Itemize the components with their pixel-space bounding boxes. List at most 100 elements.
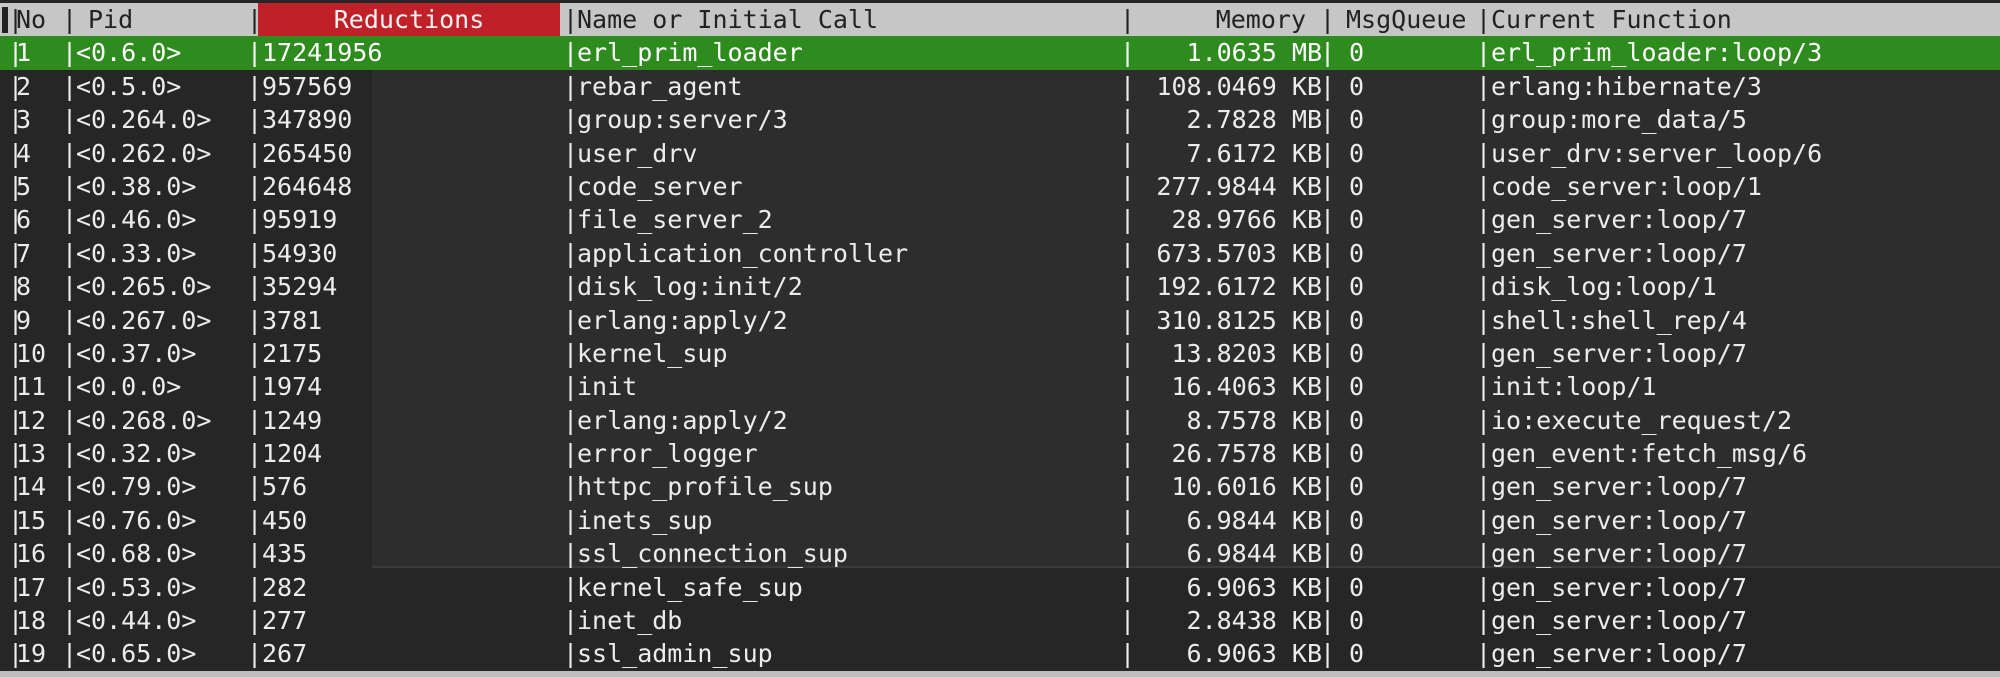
- table-row[interactable]: | 19 | <0.65.0> | 267 | ssl_admin_sup | 6.9063 KB…: [0, 637, 2000, 670]
- column-separator: |: [1320, 105, 1336, 135]
- column-separator: |: [1476, 305, 1492, 335]
- column-separator: |: [1476, 505, 1492, 535]
- row-current-function: gen_event:fetch_msg/6: [1491, 439, 1808, 469]
- column-separator: |: [1476, 105, 1492, 135]
- table-row[interactable]: | 5 | <0.38.0> | 264648 | code_server | 277.9844 …: [0, 170, 2000, 203]
- column-separator: |: [1320, 272, 1336, 302]
- header-msgqueue[interactable]: MsgQueue: [1346, 3, 1486, 36]
- table-row[interactable]: | 17 | <0.53.0> | 282 | kernel_safe_sup | 6.9063 …: [0, 571, 2000, 604]
- row-pid: <0.65.0>: [76, 639, 197, 669]
- column-separator: |: [563, 639, 579, 669]
- column-separator: |: [62, 606, 78, 636]
- table-row[interactable]: | 6 | <0.46.0> | 95919 | file_server_2 | 28.9766 …: [0, 203, 2000, 236]
- column-separator: |: [1320, 606, 1336, 636]
- row-current-function: group:more_data/5: [1491, 105, 1747, 135]
- row-memory: 6.9844 KB: [1186, 539, 1322, 569]
- row-current-function: gen_server:loop/7: [1491, 539, 1747, 569]
- column-separator: |: [1476, 138, 1492, 168]
- table-row[interactable]: | 4 | <0.262.0> | 265450 | user_drv | 7.6172 KB | 0…: [0, 137, 2000, 170]
- column-separator: |: [563, 105, 579, 135]
- table-row[interactable]: | 15 | <0.76.0> | 450 | inets_sup | 6.9844 KB | 0 | g…: [0, 504, 2000, 537]
- row-memory: 16.4063 KB: [1171, 372, 1322, 402]
- row-name: erl_prim_loader: [577, 38, 803, 68]
- column-separator: |: [1320, 338, 1336, 368]
- row-memory: 6.9844 KB: [1186, 505, 1322, 535]
- column-separator: |: [1320, 539, 1336, 569]
- header-memory[interactable]: Memory: [1200, 3, 1306, 36]
- column-separator: |: [247, 405, 263, 435]
- table-row[interactable]: | 12 | <0.268.0> | 1249 | erlang:apply/2 | 8.7578…: [0, 404, 2000, 437]
- row-no: 12: [16, 405, 47, 435]
- header-pid[interactable]: Pid: [88, 3, 258, 36]
- row-name: kernel_safe_sup: [577, 572, 803, 602]
- column-separator: |: [62, 71, 78, 101]
- row-name: disk_log:init/2: [577, 272, 803, 302]
- column-separator: |: [247, 539, 263, 569]
- column-separator: |: [1320, 505, 1336, 535]
- table-row[interactable]: | 3 | <0.264.0> | 347890 | group:server/3 | 2.782…: [0, 103, 2000, 136]
- table-row[interactable]: | 8 | <0.265.0> | 35294 | disk_log:init/2 | 192.6…: [0, 270, 2000, 303]
- column-separator: |: [1476, 71, 1492, 101]
- row-current-function: user_drv:server_loop/6: [1491, 138, 1823, 168]
- column-separator: |: [247, 272, 263, 302]
- row-name: user_drv: [577, 138, 698, 168]
- row-reductions: 267: [262, 639, 308, 669]
- row-reductions: 576: [262, 472, 308, 502]
- table-row[interactable]: | 14 | <0.79.0> | 576 | httpc_profile_sup | 10.60…: [0, 470, 2000, 503]
- column-separator: |: [62, 539, 78, 569]
- row-no: 13: [16, 439, 47, 469]
- row-name: init: [577, 372, 638, 402]
- column-separator: |: [247, 171, 263, 201]
- table-row[interactable]: | 10 | <0.37.0> | 2175 | kernel_sup | 13.8203 KB |…: [0, 337, 2000, 370]
- header-reductions-sorted[interactable]: Reductions: [258, 3, 560, 37]
- column-separator: |: [247, 572, 263, 602]
- row-pid: <0.33.0>: [76, 238, 197, 268]
- row-pid: <0.68.0>: [76, 539, 197, 569]
- row-msgqueue: 0: [1349, 71, 1365, 101]
- table-row[interactable]: | 16 | <0.68.0> | 435 | ssl_connection_sup | 6.98…: [0, 537, 2000, 570]
- row-current-function: init:loop/1: [1491, 372, 1657, 402]
- table-row[interactable]: | 18 | <0.44.0> | 277 | inet_db | 2.8438 KB | 0 | gen…: [0, 604, 2000, 637]
- row-memory: 277.9844 KB: [1156, 171, 1322, 201]
- column-separator: |: [62, 572, 78, 602]
- row-name: rebar_agent: [577, 71, 743, 101]
- header-name[interactable]: Name or Initial Call: [577, 3, 1117, 36]
- column-separator: |: [1320, 372, 1336, 402]
- row-reductions: 282: [262, 572, 308, 602]
- column-separator: |: [563, 472, 579, 502]
- column-separator: |: [1320, 472, 1336, 502]
- row-memory: 28.9766 KB: [1171, 205, 1322, 235]
- table-row[interactable]: | 13 | <0.32.0> | 1204 | error_logger | 26.7578 K…: [0, 437, 2000, 470]
- column-separator: |: [247, 305, 263, 335]
- column-separator: |: [1476, 606, 1492, 636]
- column-separator: |: [247, 505, 263, 535]
- terminal-bottom-edge: [0, 671, 2000, 677]
- column-separator: |: [563, 71, 579, 101]
- column-separator: |: [1476, 171, 1492, 201]
- table-row[interactable]: | 7 | <0.33.0> | 54930 | application_controller…: [0, 237, 2000, 270]
- row-pid: <0.76.0>: [76, 505, 197, 535]
- column-separator: |: [247, 472, 263, 502]
- column-separator: |: [62, 405, 78, 435]
- row-msgqueue: 0: [1349, 105, 1365, 135]
- row-pid: <0.79.0>: [76, 472, 197, 502]
- row-msgqueue: 0: [1349, 305, 1365, 335]
- header-current-function[interactable]: Current Function: [1491, 3, 1991, 36]
- table-row[interactable]: | 2 | <0.5.0> | 957569 | rebar_agent | 108.0469 K…: [0, 70, 2000, 103]
- header-no[interactable]: No: [16, 3, 56, 36]
- process-table: | No | Pid | Reductions | Name or Initia…: [0, 3, 2000, 671]
- row-pid: <0.264.0>: [76, 105, 212, 135]
- row-msgqueue: 0: [1349, 138, 1365, 168]
- row-msgqueue: 0: [1349, 205, 1365, 235]
- column-separator: |: [62, 639, 78, 669]
- column-separator: |: [563, 439, 579, 469]
- column-separator: |: [1320, 405, 1336, 435]
- row-name: code_server: [577, 171, 743, 201]
- table-row[interactable]: | 1 | <0.6.0> | 17241956 | erl_prim_loader | 1.06…: [0, 36, 2000, 70]
- row-current-function: gen_server:loop/7: [1491, 606, 1747, 636]
- table-row[interactable]: | 11 | <0.0.0> | 1974 | init | 16.4063 KB | 0 | init:…: [0, 370, 2000, 403]
- row-msgqueue: 0: [1349, 38, 1365, 68]
- table-row[interactable]: | 9 | <0.267.0> | 3781 | erlang:apply/2 | 310.812…: [0, 304, 2000, 337]
- column-separator: |: [563, 272, 579, 302]
- column-separator: |: [1476, 205, 1492, 235]
